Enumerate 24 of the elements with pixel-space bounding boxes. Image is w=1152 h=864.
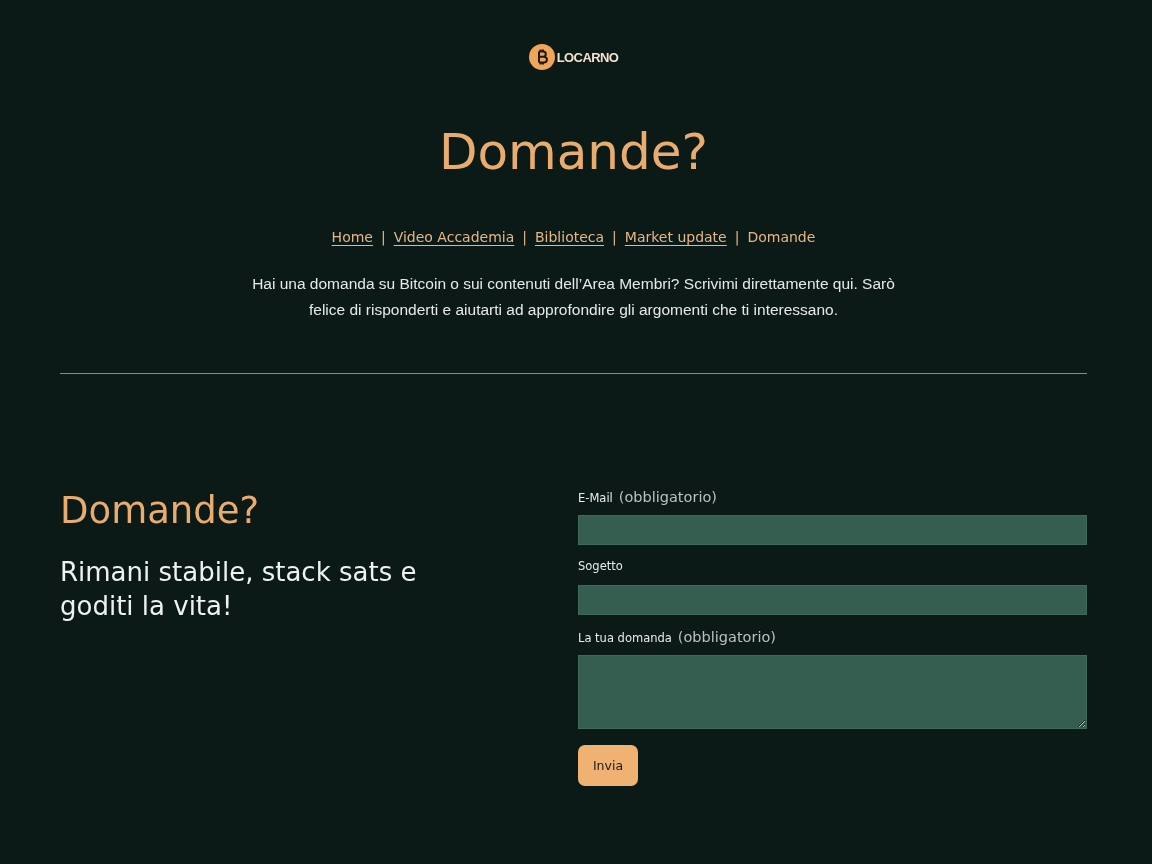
nav-link[interactable]: Market update [624,227,727,247]
input-field[interactable] [578,585,1087,615]
logo-text: LOCARNO [556,49,619,65]
nav-separator: | [612,228,617,247]
page-title: Domande? [438,122,709,182]
required-note: (obbligatorio) [677,629,776,645]
nav-link[interactable]: Domande [747,227,816,247]
submit-button[interactable]: Invia [578,745,638,786]
intro-text: Hai una domanda su Bitcoin o sui contenuti dell’Area Membri? Scrivimi direttamente qui. Sarò felice di risponderti e aiutarti ad approfondire gli argomenti che ti interessano. [251,274,896,320]
field-label: Sogetto [578,559,623,573]
input-field[interactable] [578,515,1087,545]
field-label: La tua domanda [578,631,672,645]
tagline: Rimani stabile, stack sats e goditi la vita! [60,556,418,623]
text-area[interactable] [578,655,1087,729]
nav-separator: | [522,228,527,247]
nav-link[interactable]: Video Accademia [393,227,515,247]
section-heading: Domande? [60,489,261,533]
coin-icon [528,44,555,70]
nav-link[interactable]: Home [331,227,373,247]
field-label: E-Mail [578,491,613,505]
nav-separator: | [380,228,386,247]
nav-separator: | [734,228,740,247]
nav-link[interactable]: Biblioteca [535,227,605,247]
required-note: (obbligatorio) [618,489,717,505]
